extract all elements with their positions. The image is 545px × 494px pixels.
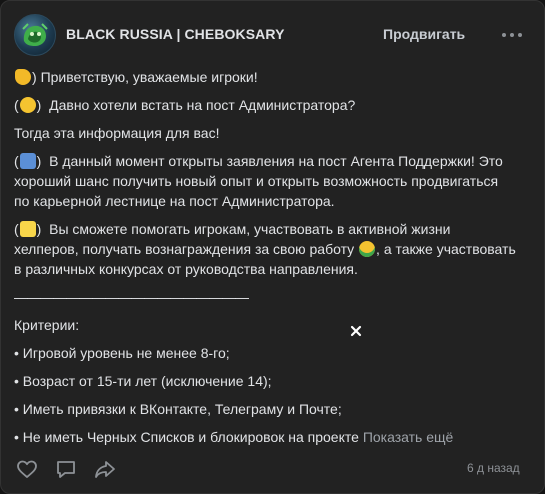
para2-line1: Вы сможете помогать игрокам, участвовать… xyxy=(49,221,451,237)
post-timestamp[interactable]: 6 д назад xyxy=(467,461,520,475)
thinking-face-icon xyxy=(19,97,36,113)
para1-line2: хороший шанс получить новый опыт и откры… xyxy=(14,173,499,189)
criteria-item: • Возраст от 15-ти лет (исключение 14); xyxy=(14,373,272,389)
post-line-greeting: ) Приветствую, уважаемые игроки! xyxy=(14,67,534,87)
criteria-item: • Иметь привязки к ВКонтакте, Телеграму … xyxy=(14,401,342,417)
close-icon[interactable] xyxy=(349,324,363,338)
criteria-item: • Игровой уровень не менее 8-го; xyxy=(14,345,230,361)
post-paragraph-2: () Вы сможете помогать игрокам, участвов… xyxy=(14,219,534,279)
post-line-question: () Давно хотели встать на пост Администр… xyxy=(14,97,356,113)
promote-button[interactable]: Продвигать xyxy=(383,26,465,42)
para1-line1: В данный момент открыты заявления на пос… xyxy=(49,153,503,169)
like-heart-icon[interactable] xyxy=(15,457,39,481)
para2-line2a: хелперов, получать вознаграждения за сво… xyxy=(14,241,355,257)
para2-line2b: , а также участвовать xyxy=(376,241,516,257)
post-header: BLACK RUSSIA | CHEBOKSARY Продвигать xyxy=(1,1,544,65)
comment-icon[interactable] xyxy=(54,457,78,481)
show-more-link[interactable]: Показать ещё xyxy=(363,429,454,445)
post-actions xyxy=(1,449,544,489)
mailbox-icon xyxy=(19,153,36,169)
post-card: BLACK RUSSIA | CHEBOKSARY Продвигать ) П… xyxy=(0,0,545,494)
text-divider: —————————————————— xyxy=(14,289,249,305)
criteria-item-truncated: • Не иметь Черных Списков и блокировок н… xyxy=(14,427,534,447)
para2-line3: в различных конкурсах от руководства нап… xyxy=(14,261,358,277)
waving-hand-icon xyxy=(15,69,31,85)
money-face-icon xyxy=(359,241,376,257)
greeting-text: Приветствую, уважаемые игроки! xyxy=(40,69,258,85)
post-line-info: Тогда эта информация для вас! xyxy=(14,125,220,141)
group-name[interactable]: BLACK RUSSIA | CHEBOKSARY xyxy=(66,26,285,42)
question-text: Давно хотели встать на пост Администрато… xyxy=(49,97,356,113)
share-icon[interactable] xyxy=(93,457,117,481)
sparkles-icon xyxy=(19,221,36,237)
criteria-title: Критерии: xyxy=(14,317,80,333)
para1-line3: по карьерной лестнице на пост Администра… xyxy=(14,193,335,209)
more-dots-icon[interactable] xyxy=(501,24,523,42)
post-paragraph-1: () В данный момент открыты заявления на … xyxy=(14,151,534,211)
criteria-item-text: • Не иметь Черных Списков и блокировок н… xyxy=(14,429,359,445)
group-avatar[interactable] xyxy=(14,14,56,56)
